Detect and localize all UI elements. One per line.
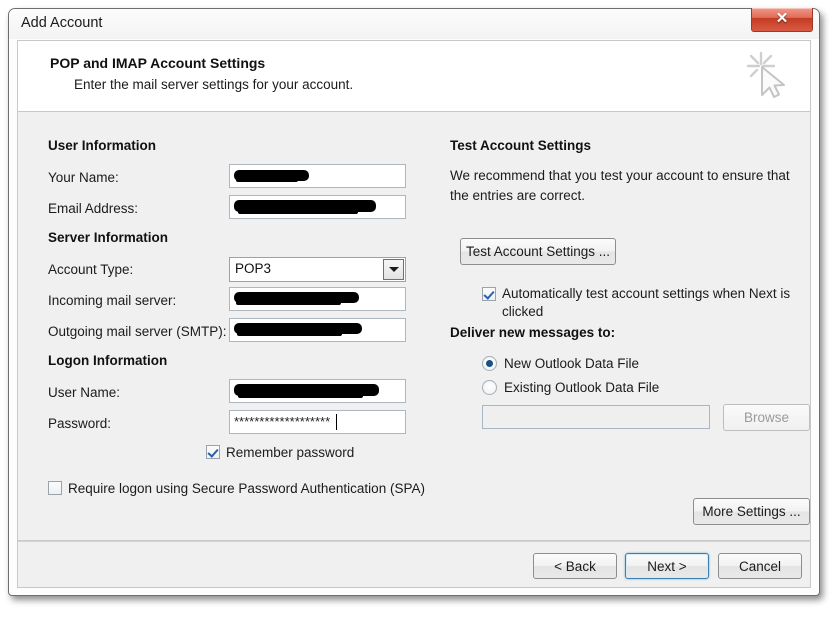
- auto-test-label: Automatically test account settings when…: [502, 286, 791, 319]
- spa-checkbox[interactable]: [48, 481, 62, 495]
- incoming-mail-server-input[interactable]: [229, 287, 406, 311]
- title-bar: Add Account ✕: [9, 8, 819, 39]
- account-type-label: Account Type:: [48, 262, 134, 277]
- add-account-dialog: Add Account ✕ POP and IMAP Account Setti…: [8, 8, 820, 596]
- spa-label: Require logon using Secure Password Auth…: [68, 481, 425, 496]
- cancel-button[interactable]: Cancel: [718, 553, 802, 579]
- incoming-mail-server-label: Incoming mail server:: [48, 293, 177, 308]
- more-settings-button[interactable]: More Settings ...: [693, 498, 810, 525]
- server-information-heading: Server Information: [48, 230, 169, 245]
- outgoing-mail-server-label: Outgoing mail server (SMTP):: [48, 324, 227, 339]
- user-information-heading: User Information: [48, 138, 157, 153]
- radio-existing-outlook-data-file-label: Existing Outlook Data File: [504, 380, 660, 395]
- logon-information-heading: Logon Information: [48, 353, 168, 368]
- redaction-bar: [236, 301, 341, 305]
- outgoing-mail-server-input[interactable]: [229, 318, 406, 342]
- account-type-dropdown[interactable]: POP3: [229, 257, 406, 282]
- window-title: Add Account: [21, 15, 103, 31]
- next-button[interactable]: Next >: [625, 553, 709, 579]
- email-address-label: Email Address:: [48, 201, 139, 216]
- chevron-down-icon[interactable]: [383, 259, 404, 280]
- password-label: Password:: [48, 416, 112, 431]
- redaction-bar: [236, 178, 298, 182]
- test-account-settings-heading: Test Account Settings: [450, 138, 592, 153]
- test-account-paragraph: We recommend that you test your account …: [450, 168, 790, 203]
- header-band: POP and IMAP Account Settings Enter the …: [17, 40, 811, 112]
- remember-password-checkbox[interactable]: [206, 445, 220, 459]
- cursor-sparkle-icon: [746, 51, 785, 98]
- back-button[interactable]: < Back: [533, 553, 617, 579]
- dialog-body: User Information Your Name: Email Addres…: [17, 112, 811, 541]
- password-input[interactable]: *******************: [229, 410, 406, 434]
- close-button[interactable]: ✕: [751, 8, 813, 32]
- auto-test-checkbox[interactable]: [482, 287, 496, 301]
- radio-new-outlook-data-file-label: New Outlook Data File: [504, 356, 640, 371]
- test-account-settings-button[interactable]: Test Account Settings ...: [460, 238, 616, 265]
- deliver-new-messages-heading: Deliver new messages to:: [450, 325, 616, 340]
- your-name-input[interactable]: [229, 164, 406, 188]
- radio-new-outlook-data-file[interactable]: [482, 356, 497, 371]
- account-type-value: POP3: [235, 261, 272, 276]
- email-address-input[interactable]: [229, 195, 406, 219]
- your-name-label: Your Name:: [48, 170, 119, 185]
- page-title: POP and IMAP Account Settings: [50, 55, 266, 71]
- radio-existing-outlook-data-file[interactable]: [482, 380, 497, 395]
- redaction-bar: [238, 210, 358, 214]
- remember-password-label: Remember password: [226, 445, 355, 460]
- page-subtitle: Enter the mail server settings for your …: [74, 77, 354, 92]
- user-name-label: User Name:: [48, 385, 121, 400]
- redaction-bar: [238, 394, 363, 398]
- dialog-footer: < Back Next > Cancel: [17, 541, 811, 588]
- existing-data-file-path-input[interactable]: [482, 405, 710, 429]
- user-name-input[interactable]: [229, 379, 406, 403]
- text-caret: [336, 414, 337, 430]
- close-icon: ✕: [775, 10, 789, 27]
- password-value: *******************: [234, 414, 331, 429]
- redaction-bar: [237, 332, 342, 336]
- browse-button[interactable]: Browse: [723, 404, 810, 431]
